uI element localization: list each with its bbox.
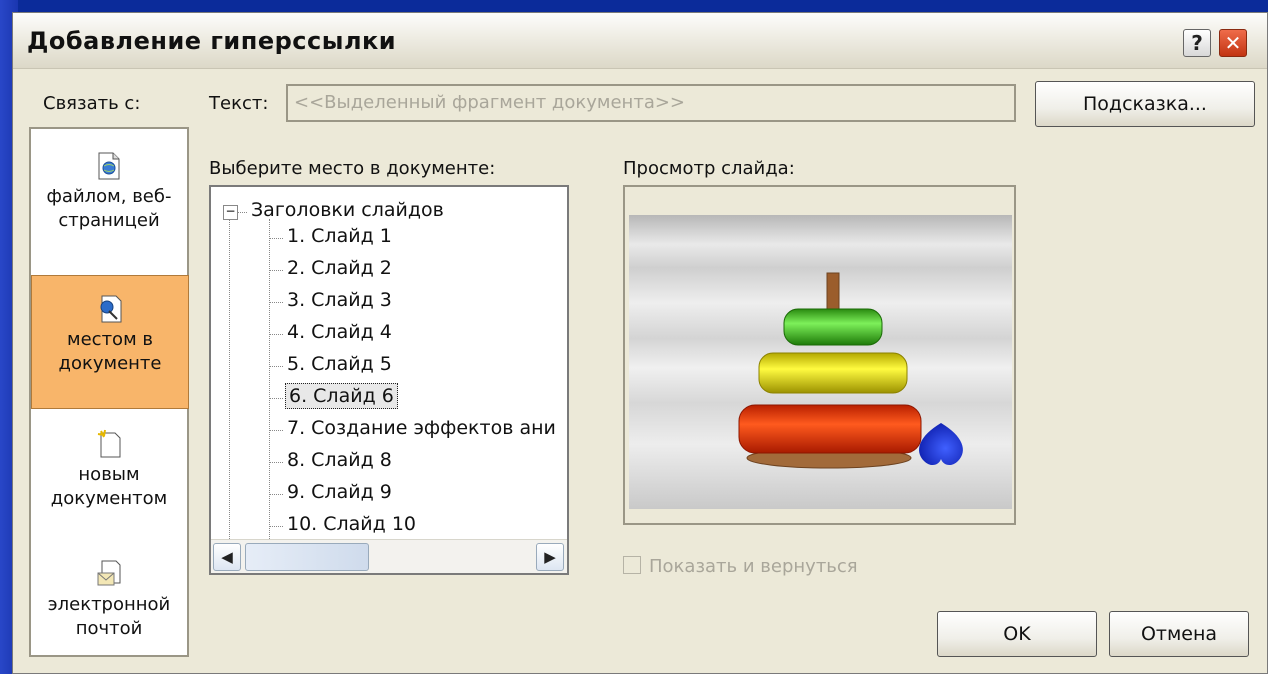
- tree-connector: [269, 494, 283, 495]
- tree-connector: [269, 366, 283, 367]
- tower-illustration: [738, 272, 963, 469]
- place-in-document[interactable]: местом в документе: [31, 275, 189, 409]
- horizontal-scroll-thumb[interactable]: [245, 543, 369, 571]
- vertical-scrollbar[interactable]: ▲ ▼: [568, 187, 569, 537]
- checkbox-box[interactable]: [623, 556, 641, 574]
- place-in-document-icon: [100, 295, 122, 323]
- tree-item[interactable]: 9. Слайд 9: [287, 481, 392, 503]
- show-and-return-label: Показать и вернуться: [649, 556, 858, 577]
- link-to-label: Связать с:: [43, 93, 141, 114]
- close-button[interactable]: ✕: [1219, 29, 1247, 57]
- title-bar[interactable]: Добавление гиперссылки ? ✕: [13, 13, 1267, 69]
- text-label: Текст:: [209, 93, 269, 114]
- tree-item[interactable]: 10. Слайд 10: [287, 513, 416, 535]
- scroll-left-arrow-icon[interactable]: ◀: [213, 543, 241, 571]
- place-email[interactable]: электронной почтой: [31, 559, 187, 641]
- select-place-label: Выберите место в документе:: [209, 158, 496, 179]
- slide-preview-label: Просмотр слайда:: [623, 158, 795, 179]
- tree-connector: [269, 270, 283, 271]
- place-tree[interactable]: − Заголовки слайдов 1. Слайд 1 2. Слайд …: [209, 185, 569, 575]
- tree-item[interactable]: 5. Слайд 5: [287, 353, 392, 375]
- link-to-sidebar: файлом, веб-страницей местом в документе…: [29, 127, 189, 657]
- file-web-icon: [98, 152, 120, 180]
- horizontal-scrollbar[interactable]: ◀ ▶: [211, 539, 567, 573]
- place-email-label: электронной почтой: [47, 594, 171, 639]
- tree-connector: [237, 212, 247, 213]
- tooltip-button[interactable]: Подсказка...: [1035, 81, 1255, 127]
- tree-item[interactable]: 3. Слайд 3: [287, 289, 392, 311]
- show-and-return-checkbox[interactable]: Показать и вернуться: [623, 556, 858, 577]
- tree-connector: [229, 219, 230, 539]
- new-document-icon: [97, 429, 121, 458]
- slide-preview-image: [629, 215, 1012, 509]
- collapse-toggle[interactable]: −: [223, 205, 238, 220]
- tree-item[interactable]: 1. Слайд 1: [287, 225, 392, 247]
- tree-connector: [269, 430, 283, 431]
- slide-preview-frame: [623, 185, 1016, 525]
- place-file-web-label: файлом, веб-страницей: [46, 186, 172, 231]
- dialog-title: Добавление гиперссылки: [27, 27, 397, 55]
- place-new-document[interactable]: новым документом: [31, 429, 187, 511]
- tree-connector: [269, 302, 283, 303]
- tree-connector: [269, 398, 283, 399]
- ok-button[interactable]: OK: [937, 611, 1097, 657]
- tree-item[interactable]: 4. Слайд 4: [287, 321, 392, 343]
- tree-item[interactable]: 8. Слайд 8: [287, 449, 392, 471]
- place-new-document-label: новым документом: [50, 464, 168, 509]
- tree-item[interactable]: 2. Слайд 2: [287, 257, 392, 279]
- tree-item[interactable]: 7. Создание эффектов ани: [287, 417, 556, 439]
- place-file-web[interactable]: файлом, веб-страницей: [31, 151, 187, 233]
- place-in-document-label: местом в документе: [58, 329, 162, 374]
- tree-connector: [269, 526, 283, 527]
- help-button[interactable]: ?: [1183, 29, 1211, 57]
- tree-connector: [269, 334, 283, 335]
- email-icon: [97, 560, 121, 586]
- tree-root[interactable]: Заголовки слайдов: [251, 199, 444, 221]
- display-text-input[interactable]: <<Выделенный фрагмент документа>>: [286, 84, 1016, 122]
- tree-connector: [269, 238, 283, 239]
- tree-connector: [269, 462, 283, 463]
- hyperlink-dialog: Добавление гиперссылки ? ✕ Связать с: Те…: [12, 12, 1268, 674]
- tree-connector: [269, 219, 270, 539]
- scroll-right-arrow-icon[interactable]: ▶: [536, 543, 564, 571]
- tree-item-selected[interactable]: 6. Слайд 6: [285, 383, 398, 409]
- cancel-button[interactable]: Отмена: [1109, 611, 1249, 657]
